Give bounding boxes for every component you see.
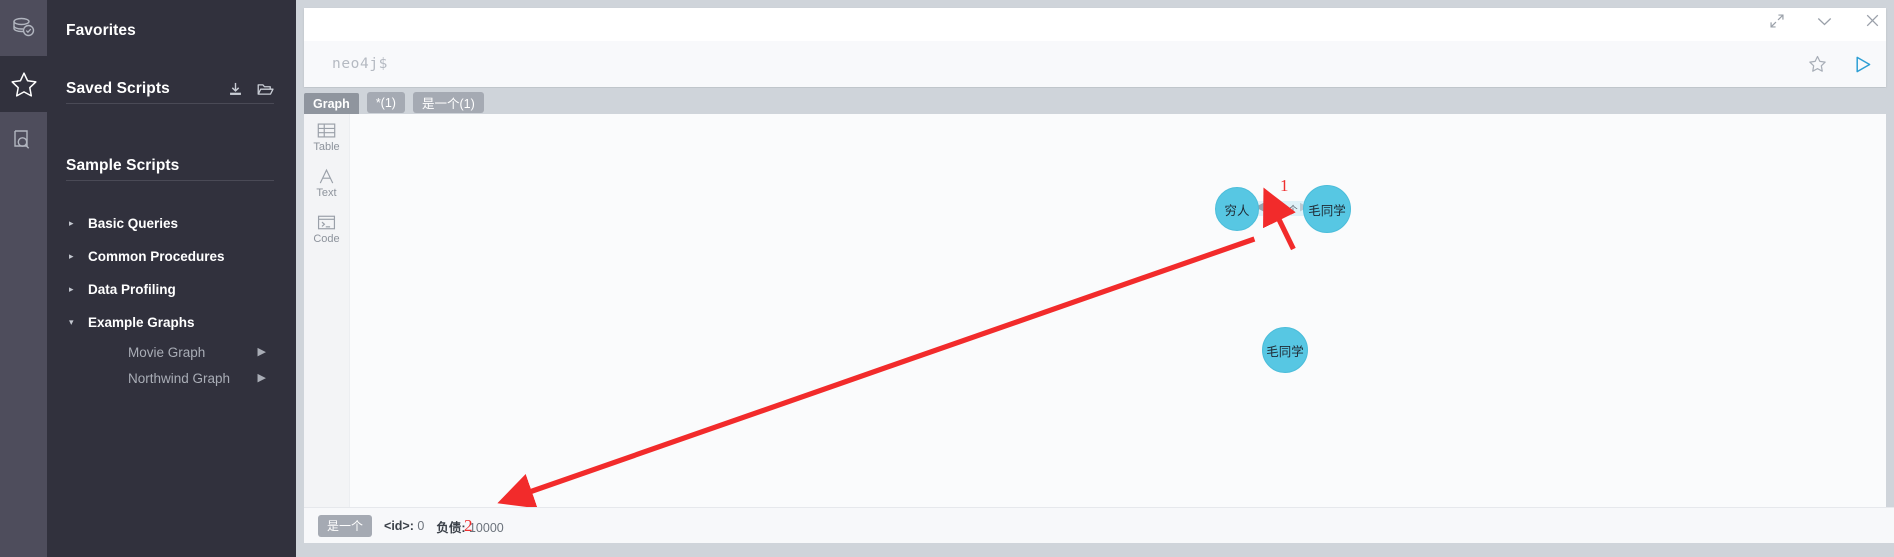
divider	[66, 180, 274, 181]
graph-status-bar: 是一个 <id>: 0 负债: 10000 2	[304, 507, 1894, 544]
annotation-arrow-2	[497, 236, 1256, 507]
divider	[66, 103, 274, 104]
leaf-label: Northwind Graph	[128, 370, 231, 386]
sample-scripts-header: Sample Scripts	[47, 152, 296, 180]
favorites-header: Favorites	[47, 17, 296, 45]
annotation-number-2: 2	[464, 516, 473, 535]
view-option-table[interactable]: Table	[313, 122, 340, 153]
tree-item-basic-queries[interactable]: ▸ Basic Queries	[47, 207, 296, 240]
annotation-number-1: 1	[1280, 176, 1289, 195]
tab-graph[interactable]: Graph	[304, 93, 359, 114]
view-option-label: Code	[313, 233, 340, 245]
tree-item-label: Common Procedures	[88, 249, 225, 264]
graph-node[interactable]: 穷人	[1215, 187, 1259, 231]
close-icon[interactable]	[1864, 12, 1881, 29]
favorite-star-icon[interactable]	[1808, 55, 1827, 73]
tab-relationship-count[interactable]: 是一个(1)	[412, 92, 484, 113]
view-option-code[interactable]: Code	[313, 214, 340, 245]
status-id-value: 0	[417, 519, 425, 533]
favorites-star-icon[interactable]	[0, 56, 47, 112]
graph-node[interactable]: 毛同学	[1303, 185, 1351, 233]
play-icon[interactable]: ▶	[258, 372, 266, 384]
result-tab-strip: Graph *(1) 是一个(1)	[304, 88, 1886, 114]
editor-top-strip	[304, 8, 1886, 41]
graph-visualization-canvas[interactable]: 是一个 ◀ ▶ 穷人 毛同学 毛同学	[350, 114, 1886, 507]
sidebar-item-movie-graph[interactable]: Movie Graph ▶	[47, 339, 296, 365]
download-icon[interactable]	[228, 82, 243, 97]
view-switcher: Table Text Code	[304, 114, 350, 507]
result-panel: Table Text Code 是一个 ◀ 穷人 毛同学 毛同学 1	[304, 114, 1886, 507]
tree-item-data-profiling[interactable]: ▸ Data Profiling	[47, 273, 296, 306]
database-icon[interactable]	[0, 0, 47, 56]
tree-item-example-graphs[interactable]: ▾ Example Graphs	[47, 306, 296, 339]
tab-all-count[interactable]: *(1)	[366, 92, 405, 113]
query-input[interactable]: neo4j$	[332, 56, 388, 72]
leaf-label: Movie Graph	[128, 344, 206, 360]
neo4j-browser-window: Favorites Saved Scripts Sample Scripts ▸…	[0, 0, 1894, 557]
play-icon[interactable]: ▶	[258, 346, 266, 358]
query-editor-card: neo4j$	[304, 8, 1886, 87]
expand-icon[interactable]	[1769, 13, 1785, 29]
left-icon-rail	[0, 0, 47, 557]
chevron-right-icon: ▸	[69, 251, 74, 261]
graph-node[interactable]: 毛同学	[1262, 327, 1308, 373]
graph-node-label: 毛同学	[1308, 203, 1346, 218]
tree-item-label: Basic Queries	[88, 216, 179, 231]
annotation-overlay	[497, 187, 1296, 507]
status-property-key: 负债:	[436, 520, 466, 535]
favorites-title: Favorites	[66, 22, 136, 39]
status-relationship-chip[interactable]: 是一个	[318, 515, 373, 537]
tree-item-common-procedures[interactable]: ▸ Common Procedures	[47, 240, 296, 273]
query-input-row[interactable]: neo4j$	[304, 41, 1886, 87]
sidebar-item-northwind-graph[interactable]: Northwind Graph ▶	[47, 365, 296, 391]
folder-open-icon[interactable]	[257, 82, 274, 97]
sample-scripts-title: Sample Scripts	[66, 157, 180, 174]
sample-scripts-tree: ▸ Basic Queries ▸ Common Procedures ▸ Da…	[47, 207, 296, 391]
window-controls	[1769, 12, 1881, 29]
view-option-text[interactable]: Text	[316, 168, 337, 199]
relationship-label: 是一个	[1267, 204, 1299, 216]
view-option-label: Table	[313, 141, 340, 153]
chevron-down-icon: ▾	[69, 317, 74, 327]
chevron-right-icon: ▸	[69, 218, 74, 228]
tree-item-label: Data Profiling	[88, 282, 176, 297]
tree-item-label: Example Graphs	[88, 315, 195, 330]
status-property-value: 10000	[468, 520, 504, 535]
window-bottom-strip	[296, 543, 1894, 557]
run-play-icon[interactable]	[1853, 55, 1873, 74]
collapse-chevron-icon[interactable]	[1815, 13, 1834, 29]
chevron-right-icon: ▸	[69, 284, 74, 294]
saved-scripts-header: Saved Scripts	[47, 75, 296, 103]
status-id: <id>: 0	[384, 519, 424, 533]
graph-node-label: 穷人	[1224, 203, 1250, 218]
favorites-sidebar: Favorites Saved Scripts Sample Scripts ▸…	[47, 0, 296, 557]
graph-node-label: 毛同学	[1266, 344, 1304, 359]
saved-scripts-title: Saved Scripts	[66, 80, 170, 97]
document-search-icon[interactable]	[0, 112, 47, 168]
status-id-key: <id>:	[384, 519, 414, 533]
main-area: neo4j$ Graph *(1) 是一个(1) Table Text Code…	[296, 0, 1894, 557]
view-option-label: Text	[316, 187, 337, 199]
